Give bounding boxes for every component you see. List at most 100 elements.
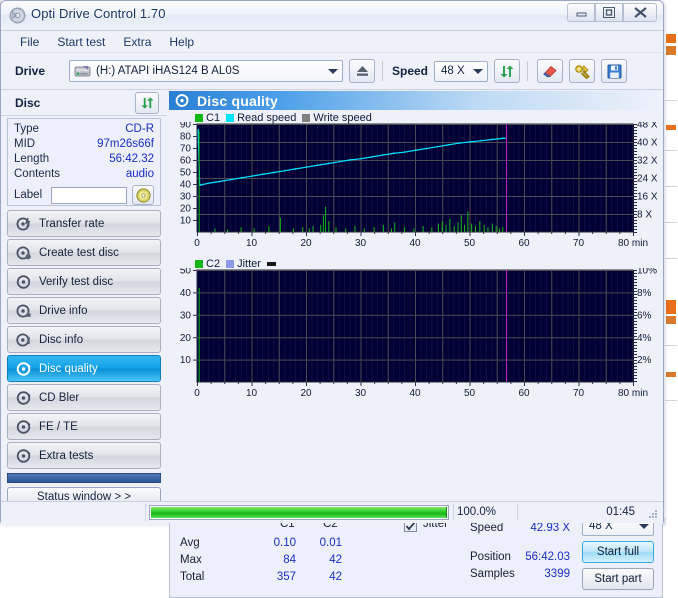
svg-text:90: 90 xyxy=(180,122,192,131)
svg-text:50: 50 xyxy=(464,238,476,249)
svg-text:70: 70 xyxy=(573,238,585,249)
svg-text:70: 70 xyxy=(573,388,585,399)
start-full-button[interactable]: Start full xyxy=(582,541,654,563)
disc-label-button[interactable] xyxy=(132,185,154,205)
c1-read-speed-chart[interactable]: 1020304050607080908 X16 X24 X32 X40 X48 … xyxy=(167,122,663,252)
extra-tests-icon xyxy=(16,448,32,464)
disc-label-row: Label xyxy=(14,185,154,205)
disc-label-input[interactable] xyxy=(51,187,127,204)
svg-text:10: 10 xyxy=(246,238,258,249)
sidebar-item-fe-te[interactable]: FE / TE xyxy=(7,413,161,440)
create-disc-icon xyxy=(16,245,32,261)
sidebar-item-verify-test-disc[interactable]: Verify test disc xyxy=(7,268,161,295)
eraser-icon xyxy=(542,64,559,78)
menu-item-start-test[interactable]: Start test xyxy=(48,33,114,51)
sidebar-item-transfer-rate[interactable]: Transfer rate xyxy=(7,210,161,237)
disc-type-value: CD-R xyxy=(125,122,154,137)
erase-button[interactable] xyxy=(537,59,563,83)
sidebar-item-label: CD Bler xyxy=(39,392,79,404)
svg-text:10: 10 xyxy=(246,388,258,399)
minimize-button[interactable] xyxy=(567,3,595,22)
sidebar-item-disc-quality[interactable]: Disc quality xyxy=(7,355,161,382)
stats-max-c2: 42 xyxy=(294,554,342,566)
title-bar[interactable]: Opti Drive Control 1.70 xyxy=(1,1,663,31)
svg-text:10: 10 xyxy=(180,355,192,366)
svg-text:16 X: 16 X xyxy=(637,192,658,203)
sidebar-item-drive-info[interactable]: Drive info xyxy=(7,297,161,324)
disc-panel-header: Disc xyxy=(1,90,167,116)
stats-max-c1: 84 xyxy=(248,554,296,566)
menu-item-extra[interactable]: Extra xyxy=(114,33,160,51)
tools-button[interactable] xyxy=(569,59,595,83)
svg-text:8%: 8% xyxy=(637,288,652,299)
background-chip xyxy=(666,46,676,55)
svg-text:50: 50 xyxy=(180,168,192,179)
save-icon xyxy=(607,64,622,79)
app-window: Opti Drive Control 1.70 File Start test … xyxy=(0,0,664,524)
save-button[interactable] xyxy=(601,59,627,83)
legend-swatch-jitter xyxy=(226,260,234,268)
drive-select[interactable]: (H:) ATAPI iHAS124 B AL0S xyxy=(69,60,343,82)
disc-info-row: MID 97m26s66f xyxy=(14,137,154,152)
svg-text:20: 20 xyxy=(300,388,312,399)
cd-disc-icon xyxy=(136,188,151,203)
disc-contents-label: Contents xyxy=(14,167,60,182)
svg-text:30: 30 xyxy=(180,192,192,203)
chart1-canvas[interactable]: 1020304050607080908 X16 X24 X32 X40 X48 … xyxy=(167,122,663,252)
chart2-canvas[interactable]: 10203040502%4%6%8%10%01020304050607080 m… xyxy=(167,268,663,404)
nav-list: Transfer rate Create test disc Veri xyxy=(7,210,161,471)
c2-jitter-chart[interactable]: 10203040502%4%6%8%10%01020304050607080 m… xyxy=(167,268,663,404)
speed-stat-value: 42.93 X xyxy=(506,522,570,534)
eject-button[interactable] xyxy=(349,59,375,83)
sidebar-item-extra-tests[interactable]: Extra tests xyxy=(7,442,161,469)
svg-text:6%: 6% xyxy=(637,310,652,321)
svg-text:30: 30 xyxy=(355,238,367,249)
fe-te-icon xyxy=(16,419,32,435)
resize-grip[interactable] xyxy=(648,510,658,520)
disc-quality-icon xyxy=(16,361,32,377)
stats-avg-c2: 0.01 xyxy=(294,537,342,549)
sidebar-item-label: Extra tests xyxy=(39,450,93,462)
toolbar: Drive (H:) ATAPI iHAS124 B AL0S Speed 48… xyxy=(1,53,663,90)
legend-swatch-c2 xyxy=(195,260,203,268)
menu-item-help[interactable]: Help xyxy=(160,33,203,51)
svg-text:40: 40 xyxy=(409,388,421,399)
svg-text:30: 30 xyxy=(180,310,192,321)
svg-text:0: 0 xyxy=(194,238,200,249)
svg-text:48 X: 48 X xyxy=(637,122,658,131)
svg-text:80 min: 80 min xyxy=(618,388,648,399)
svg-text:80: 80 xyxy=(180,132,192,143)
svg-text:70: 70 xyxy=(180,144,192,155)
stats-row-label-avg: Avg xyxy=(180,537,200,549)
refresh-icon xyxy=(499,64,515,79)
progress-bar-fill xyxy=(151,507,447,518)
maximize-icon xyxy=(603,7,615,18)
menu-bar: File Start test Extra Help xyxy=(1,31,663,53)
elapsed-time: 01:45 xyxy=(606,506,635,518)
cd-bler-icon xyxy=(16,390,32,406)
drive-info-icon xyxy=(16,303,32,319)
sidebar-item-label: Drive info xyxy=(39,305,88,317)
svg-text:60: 60 xyxy=(518,238,530,249)
sidebar-item-label: Disc quality xyxy=(39,363,98,375)
background-chip xyxy=(666,300,676,314)
start-part-button[interactable]: Start part xyxy=(582,568,654,590)
chevron-down-icon xyxy=(328,69,338,74)
disc-length-label: Length xyxy=(14,152,49,167)
sidebar-item-disc-info[interactable]: Disc info xyxy=(7,326,161,353)
drive-value: (H:) ATAPI iHAS124 B AL0S xyxy=(96,65,239,77)
menu-item-file[interactable]: File xyxy=(11,33,48,51)
sidebar-item-cd-bler[interactable]: CD Bler xyxy=(7,384,161,411)
close-button[interactable] xyxy=(623,3,657,22)
refresh-button[interactable] xyxy=(494,59,520,83)
sidebar-item-label: FE / TE xyxy=(39,421,78,433)
svg-text:4%: 4% xyxy=(637,333,652,344)
maximize-button[interactable] xyxy=(595,3,623,22)
position-value: 56:42.03 xyxy=(506,551,570,563)
disc-refresh-button[interactable] xyxy=(135,92,159,114)
sidebar-item-create-test-disc[interactable]: Create test disc xyxy=(7,239,161,266)
progress-percent: 100.0% xyxy=(457,506,496,518)
speed-select[interactable]: 48 X xyxy=(434,61,488,82)
legend-swatch-read-speed xyxy=(226,114,234,122)
disc-label-caption: Label xyxy=(14,189,51,201)
